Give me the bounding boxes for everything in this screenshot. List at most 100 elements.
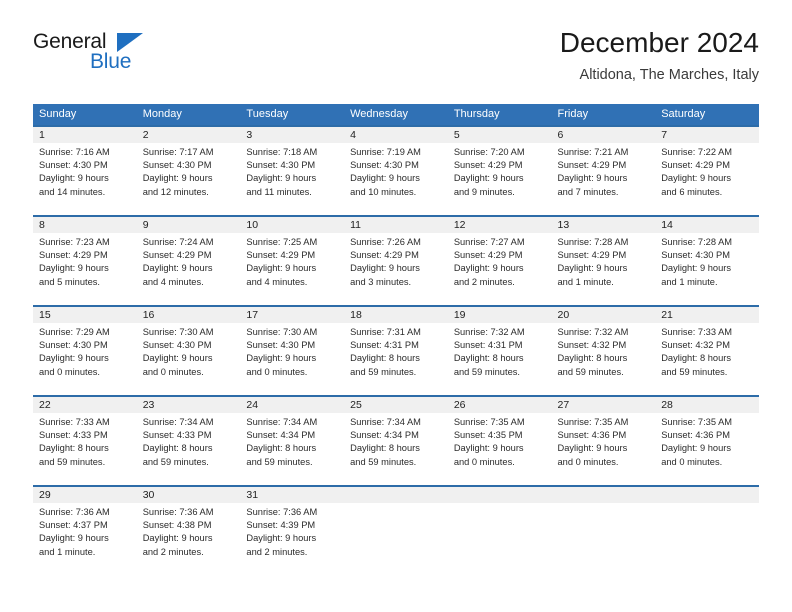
daylight-text-line1: Daylight: 9 hours	[246, 533, 317, 544]
weekday-header-thursday: Thursday	[453, 108, 500, 120]
day-cell[interactable]: Sunrise: 7:33 AM Sunset: 4:32 PM Dayligh…	[655, 323, 759, 395]
day-cell[interactable]: Sunrise: 7:28 AM Sunset: 4:30 PM Dayligh…	[655, 233, 759, 305]
daylight-text-line1: Daylight: 9 hours	[453, 173, 524, 184]
sunrise-text: Sunrise: 7:30 AM	[246, 327, 318, 337]
daylight-text-line2: and 0 minutes.	[142, 366, 204, 377]
daylight-text-line2: and 59 minutes.	[350, 366, 417, 377]
day-cell[interactable]: Sunrise: 7:17 AM Sunset: 4:30 PM Dayligh…	[137, 143, 241, 215]
day-cell[interactable]: Sunrise: 7:29 AM Sunset: 4:30 PM Dayligh…	[33, 323, 137, 395]
sunrise-text: Sunrise: 7:24 AM	[142, 237, 214, 247]
sunrise-text: Sunrise: 7:28 AM	[661, 237, 733, 247]
daylight-text-line1: Daylight: 8 hours	[142, 443, 213, 454]
day-number[interactable]: 5	[448, 127, 552, 143]
daylight-text-line2: and 0 minutes.	[453, 456, 515, 467]
day-cell[interactable]: Sunrise: 7:21 AM Sunset: 4:29 PM Dayligh…	[552, 143, 656, 215]
day-cell[interactable]: Sunrise: 7:36 AM Sunset: 4:38 PM Dayligh…	[137, 503, 241, 575]
daylight-text-line1: Daylight: 9 hours	[39, 173, 109, 184]
day-number[interactable]: 27	[552, 397, 656, 413]
daylight-text-line1: Daylight: 9 hours	[557, 173, 628, 184]
calendar-page: General Blue December 2024 Altidona, The…	[0, 0, 792, 612]
day-cell[interactable]: Sunrise: 7:30 AM Sunset: 4:30 PM Dayligh…	[240, 323, 344, 395]
day-cell[interactable]: Sunrise: 7:22 AM Sunset: 4:29 PM Dayligh…	[655, 143, 759, 215]
day-number[interactable]: 1	[33, 127, 137, 143]
day-cell[interactable]: Sunrise: 7:20 AM Sunset: 4:29 PM Dayligh…	[448, 143, 552, 215]
day-cell[interactable]: Sunrise: 7:34 AM Sunset: 4:33 PM Dayligh…	[137, 413, 241, 485]
day-number[interactable]: 8	[33, 217, 137, 233]
day-number[interactable]: 23	[137, 397, 241, 413]
day-number[interactable]: 12	[448, 217, 552, 233]
daylight-text-line1: Daylight: 8 hours	[246, 443, 317, 454]
day-number[interactable]: 29	[33, 487, 137, 503]
sunrise-text: Sunrise: 7:29 AM	[39, 327, 110, 337]
day-cell[interactable]: Sunrise: 7:23 AM Sunset: 4:29 PM Dayligh…	[33, 233, 137, 305]
day-number[interactable]: 10	[240, 217, 344, 233]
sunset-text: Sunset: 4:29 PM	[453, 250, 523, 261]
day-number[interactable]: 15	[33, 307, 137, 323]
day-number[interactable]: 31	[240, 487, 344, 503]
day-cell[interactable]: Sunrise: 7:25 AM Sunset: 4:29 PM Dayligh…	[240, 233, 344, 305]
day-number[interactable]: 11	[344, 217, 448, 233]
day-number[interactable]: 20	[552, 307, 656, 323]
day-cell[interactable]: Sunrise: 7:35 AM Sunset: 4:35 PM Dayligh…	[448, 413, 552, 485]
day-number[interactable]: 4	[344, 127, 448, 143]
week-detail-band: Sunrise: 7:36 AM Sunset: 4:37 PM Dayligh…	[33, 503, 759, 575]
day-number[interactable]: 24	[240, 397, 344, 413]
day-cell[interactable]: Sunrise: 7:35 AM Sunset: 4:36 PM Dayligh…	[655, 413, 759, 485]
sunrise-text: Sunrise: 7:17 AM	[142, 147, 214, 157]
day-cell[interactable]: Sunrise: 7:34 AM Sunset: 4:34 PM Dayligh…	[344, 413, 448, 485]
day-number[interactable]: 6	[552, 127, 656, 143]
day-cell-empty	[552, 503, 656, 575]
sunset-text: Sunset: 4:29 PM	[142, 250, 212, 261]
day-number[interactable]: 13	[552, 217, 656, 233]
daylight-text-line2: and 59 minutes.	[661, 366, 728, 377]
day-number[interactable]: 9	[137, 217, 241, 233]
calendar-week-row: 8 9 10 11 12 13 14 Sunrise: 7:23 AM Suns…	[33, 215, 759, 305]
day-number[interactable]: 2	[137, 127, 241, 143]
weekday-header-tuesday: Tuesday	[246, 108, 289, 120]
day-cell[interactable]: Sunrise: 7:32 AM Sunset: 4:31 PM Dayligh…	[448, 323, 552, 395]
sunset-text: Sunset: 4:36 PM	[557, 430, 627, 441]
daylight-text-line2: and 2 minutes.	[142, 546, 204, 557]
day-cell[interactable]: Sunrise: 7:27 AM Sunset: 4:29 PM Dayligh…	[448, 233, 552, 305]
day-number[interactable]: 18	[344, 307, 448, 323]
day-number[interactable]: 17	[240, 307, 344, 323]
day-number[interactable]: 16	[137, 307, 241, 323]
daylight-text-line2: and 6 minutes.	[661, 186, 723, 197]
sunrise-text: Sunrise: 7:19 AM	[350, 147, 421, 157]
day-cell[interactable]: Sunrise: 7:18 AM Sunset: 4:30 PM Dayligh…	[240, 143, 344, 215]
day-cell[interactable]: Sunrise: 7:24 AM Sunset: 4:29 PM Dayligh…	[137, 233, 241, 305]
calendar-week-row: 29 30 31 Sunrise: 7:36 AM Sunset: 4:37 P…	[33, 485, 759, 575]
day-cell[interactable]: Sunrise: 7:36 AM Sunset: 4:39 PM Dayligh…	[240, 503, 344, 575]
day-cell[interactable]: Sunrise: 7:34 AM Sunset: 4:34 PM Dayligh…	[240, 413, 344, 485]
day-number[interactable]: 14	[655, 217, 759, 233]
sunrise-text: Sunrise: 7:36 AM	[142, 507, 214, 517]
sunrise-text: Sunrise: 7:31 AM	[350, 327, 421, 337]
day-cell[interactable]: Sunrise: 7:28 AM Sunset: 4:29 PM Dayligh…	[552, 233, 656, 305]
day-cell-empty	[448, 503, 552, 575]
day-cell[interactable]: Sunrise: 7:36 AM Sunset: 4:37 PM Dayligh…	[33, 503, 137, 575]
sunrise-text: Sunrise: 7:32 AM	[557, 327, 629, 337]
day-cell[interactable]: Sunrise: 7:32 AM Sunset: 4:32 PM Dayligh…	[552, 323, 656, 395]
day-cell[interactable]: Sunrise: 7:19 AM Sunset: 4:30 PM Dayligh…	[344, 143, 448, 215]
day-number[interactable]: 3	[240, 127, 344, 143]
day-number[interactable]: 25	[344, 397, 448, 413]
day-number[interactable]: 21	[655, 307, 759, 323]
day-number[interactable]: 28	[655, 397, 759, 413]
day-cell[interactable]: Sunrise: 7:35 AM Sunset: 4:36 PM Dayligh…	[552, 413, 656, 485]
day-number[interactable]: 30	[137, 487, 241, 503]
sunrise-text: Sunrise: 7:22 AM	[661, 147, 733, 157]
day-number[interactable]: 22	[33, 397, 137, 413]
daylight-text-line2: and 0 minutes.	[246, 366, 308, 377]
day-cell[interactable]: Sunrise: 7:16 AM Sunset: 4:30 PM Dayligh…	[33, 143, 137, 215]
day-number[interactable]: 19	[448, 307, 552, 323]
generalblue-logo[interactable]: General Blue	[33, 30, 233, 86]
day-cell[interactable]: Sunrise: 7:30 AM Sunset: 4:30 PM Dayligh…	[137, 323, 241, 395]
day-cell[interactable]: Sunrise: 7:31 AM Sunset: 4:31 PM Dayligh…	[344, 323, 448, 395]
sunrise-text: Sunrise: 7:33 AM	[39, 417, 110, 427]
daylight-text-line1: Daylight: 9 hours	[557, 263, 628, 274]
day-cell[interactable]: Sunrise: 7:26 AM Sunset: 4:29 PM Dayligh…	[344, 233, 448, 305]
daylight-text-line2: and 0 minutes.	[661, 456, 723, 467]
day-number[interactable]: 26	[448, 397, 552, 413]
day-number[interactable]: 7	[655, 127, 759, 143]
day-cell[interactable]: Sunrise: 7:33 AM Sunset: 4:33 PM Dayligh…	[33, 413, 137, 485]
